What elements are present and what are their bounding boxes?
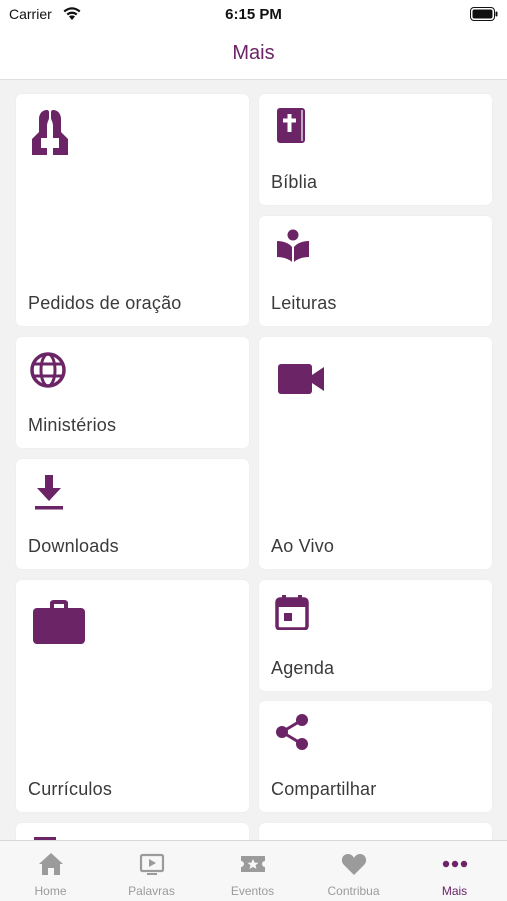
more-dots-icon — [442, 860, 468, 868]
menu-item-label: Ministérios — [28, 415, 117, 435]
tab-palavras[interactable]: Palavras — [101, 841, 202, 901]
play-screen-icon — [139, 853, 165, 875]
menu-item-label: Compartilhar — [271, 779, 377, 799]
home-icon — [39, 853, 63, 875]
menu-item-downloads[interactable]: Downloads — [16, 459, 249, 569]
ticket-icon — [241, 856, 265, 872]
tab-label: Home — [34, 884, 67, 898]
tab-bar: Home Palavras Eventos Contribua Mais — [0, 840, 507, 901]
menu-item-leituras[interactable]: Leituras — [259, 216, 492, 326]
calendar-icon — [275, 595, 309, 630]
menu-grid: Pedidos de oração Bíblia Leituras Minist… — [0, 80, 507, 840]
heart-icon — [341, 854, 367, 875]
download-icon — [35, 475, 63, 510]
menu-item-label: Downloads — [28, 536, 119, 556]
tab-eventos[interactable]: Eventos — [202, 841, 303, 901]
menu-item-ministerios[interactable]: Ministérios — [16, 337, 249, 448]
tab-contribua[interactable]: Contribua — [303, 841, 404, 901]
menu-item-biblia[interactable]: Bíblia — [259, 94, 492, 205]
menu-item-compartilhar[interactable]: Compartilhar — [259, 701, 492, 812]
tab-mais[interactable]: Mais — [404, 841, 505, 901]
menu-item-label: Ao Vivo — [271, 536, 335, 556]
bible-icon — [277, 108, 305, 143]
menu-item-label: Leituras — [271, 293, 337, 313]
menu-item-label: Agenda — [271, 658, 335, 678]
battery-icon — [470, 7, 498, 21]
tab-label: Contribua — [327, 884, 380, 898]
menu-item-label: Bíblia — [271, 172, 318, 192]
navigation-bar: Mais — [0, 30, 507, 80]
globe-icon — [30, 352, 66, 388]
tab-label: Mais — [441, 884, 468, 898]
menu-item-agenda[interactable]: Agenda — [259, 580, 492, 691]
reading-icon — [277, 229, 309, 262]
tab-home[interactable]: Home — [0, 841, 101, 901]
praying-hands-icon — [32, 110, 68, 155]
tab-label: Eventos — [230, 884, 275, 898]
menu-item-curriculos[interactable]: Currículos — [16, 580, 249, 812]
clock: 6:15 PM — [225, 6, 282, 23]
status-bar: Carrier 6:15 PM — [0, 0, 507, 30]
menu-item-partial[interactable] — [259, 823, 492, 840]
menu-item-partial[interactable] — [16, 823, 249, 840]
menu-item-ao-vivo[interactable]: Ao Vivo — [259, 337, 492, 569]
share-icon — [276, 714, 308, 750]
tab-label: Palavras — [128, 884, 175, 898]
video-camera-icon — [278, 364, 324, 394]
briefcase-icon — [33, 600, 85, 644]
menu-item-pedidos-de-oracao[interactable]: Pedidos de oração — [16, 94, 249, 326]
menu-item-label: Pedidos de oração — [28, 293, 182, 313]
page-title: Mais — [232, 42, 275, 64]
menu-item-label: Currículos — [28, 779, 113, 799]
